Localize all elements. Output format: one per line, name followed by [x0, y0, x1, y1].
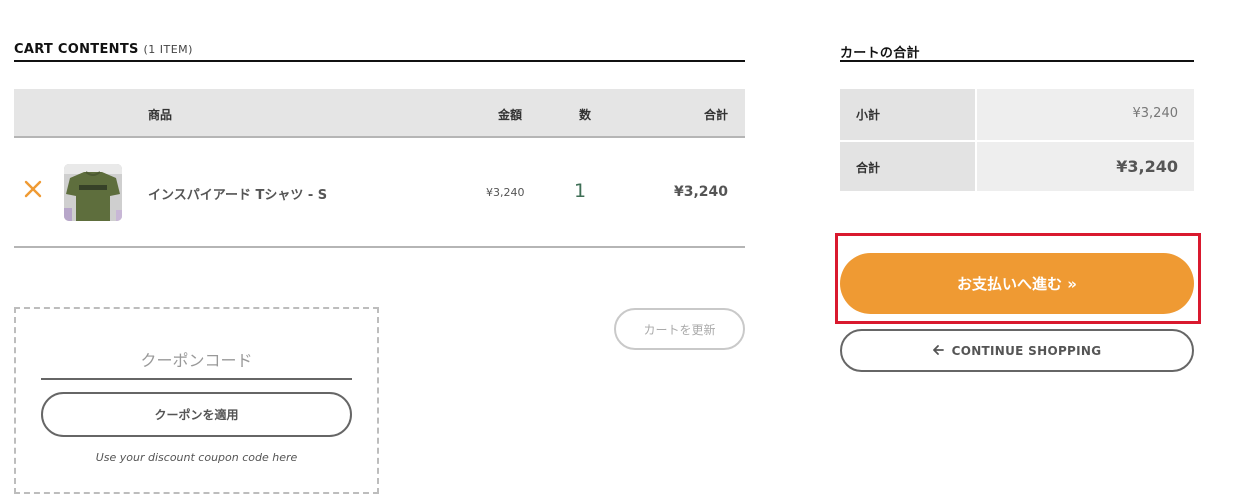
cart-item-row: インスパイアード Tシャツ - S ¥3,240 1 ¥3,240 — [14, 140, 745, 248]
column-quantity: 数 — [579, 108, 592, 122]
cart-item-count: (1 ITEM) — [143, 43, 193, 56]
column-total: 合計 — [703, 108, 728, 122]
coupon-box: クーポンを適用 Use your discount coupon code he… — [14, 307, 379, 494]
update-cart-button[interactable]: カートを更新 — [614, 308, 745, 350]
total-row: 合計 ¥3,240 — [840, 142, 1194, 191]
subtotal-value: ¥3,240 — [977, 89, 1194, 140]
continue-shopping-label: CONTINUE SHOPPING — [951, 343, 1102, 358]
cart-title: CART CONTENTS — [14, 42, 139, 57]
product-line-total: ¥3,240 — [673, 184, 728, 200]
product-price: ¥3,240 — [486, 186, 525, 199]
product-name[interactable]: インスパイアード Tシャツ - S — [148, 184, 327, 203]
total-label: 合計 — [840, 142, 975, 191]
arrow-left-icon — [932, 344, 944, 358]
product-thumbnail[interactable] — [64, 164, 122, 221]
close-icon[interactable] — [22, 178, 44, 200]
apply-coupon-button[interactable]: クーポンを適用 — [41, 392, 352, 437]
proceed-to-checkout-button[interactable]: お支払いへ進む » — [840, 253, 1194, 314]
product-quantity[interactable]: 1 — [574, 180, 586, 202]
continue-shopping-button[interactable]: CONTINUE SHOPPING — [840, 329, 1194, 372]
cart-contents-heading: CART CONTENTS (1 ITEM) — [14, 42, 745, 62]
subtotal-row: 小計 ¥3,240 — [840, 89, 1194, 140]
cart-table-header: 商品 金額 数 合計 — [14, 89, 745, 138]
column-product: 商品 — [148, 108, 173, 122]
total-value: ¥3,240 — [977, 142, 1194, 191]
coupon-code-input[interactable] — [41, 342, 352, 380]
cart-totals-heading: カートの合計 — [840, 42, 1194, 62]
coupon-help-text: Use your discount coupon code here — [95, 451, 298, 464]
subtotal-label: 小計 — [840, 89, 975, 140]
column-price: 金額 — [498, 108, 523, 122]
